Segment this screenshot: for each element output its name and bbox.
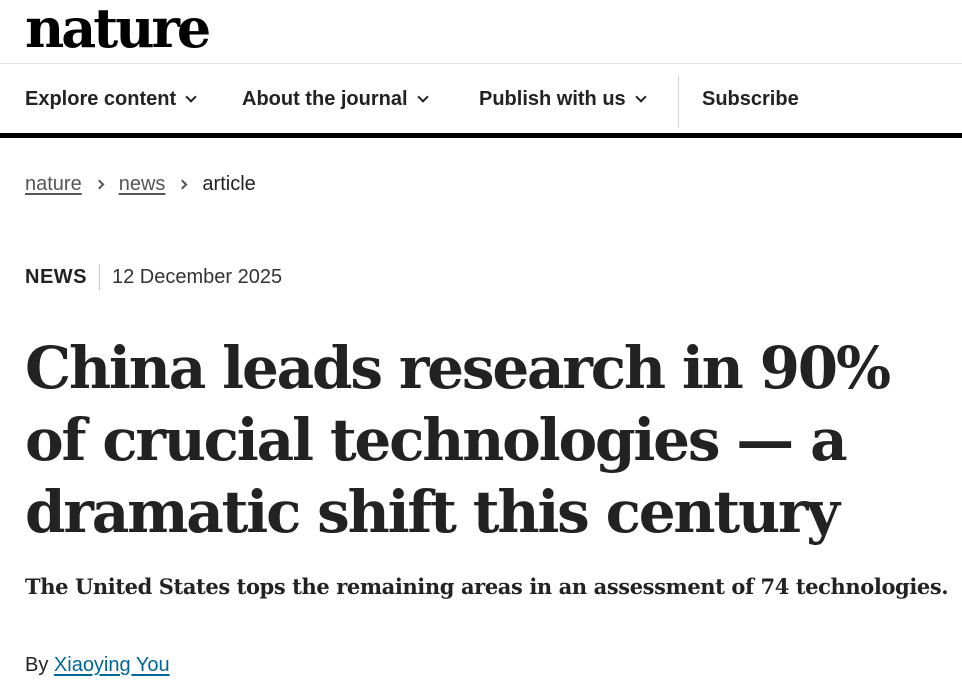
article-meta: NEWS 12 December 2025 xyxy=(25,263,282,291)
byline-prefix: By xyxy=(25,654,49,676)
article-standfirst: The United States tops the remaining are… xyxy=(25,574,949,599)
chevron-right-icon xyxy=(94,179,105,189)
nav-publish-with-us[interactable]: Publish with us xyxy=(479,64,647,134)
breadcrumb-news[interactable]: news xyxy=(119,173,166,196)
masthead: nature xyxy=(0,0,962,64)
nav-item-label: About the journal xyxy=(242,87,408,110)
article-title: China leads research in 90% of crucial t… xyxy=(25,334,891,546)
nav-item-label: Publish with us xyxy=(479,87,626,110)
article-date: 12 December 2025 xyxy=(112,265,283,288)
nav-divider xyxy=(678,75,679,127)
chevron-right-icon xyxy=(177,179,188,189)
nav-explore-content[interactable]: Explore content xyxy=(25,64,197,134)
byline: By Xiaoying You xyxy=(25,652,170,678)
meta-divider xyxy=(99,264,100,290)
chevron-down-icon xyxy=(635,90,647,103)
main-nav: Explore content About the journal Publis… xyxy=(0,64,962,138)
breadcrumb-nature[interactable]: nature xyxy=(25,173,82,196)
nav-about-journal[interactable]: About the journal xyxy=(242,64,429,134)
author-link[interactable]: Xiaoying You xyxy=(54,654,170,676)
chevron-down-icon xyxy=(416,90,429,103)
subscribe-link[interactable]: Subscribe xyxy=(702,64,799,134)
nature-logo[interactable]: nature xyxy=(25,0,211,60)
breadcrumb: nature news article xyxy=(25,171,256,197)
article-type: NEWS xyxy=(25,265,87,288)
chevron-down-icon xyxy=(185,90,197,103)
nav-item-label: Explore content xyxy=(25,87,177,110)
breadcrumb-current: article xyxy=(202,172,256,195)
